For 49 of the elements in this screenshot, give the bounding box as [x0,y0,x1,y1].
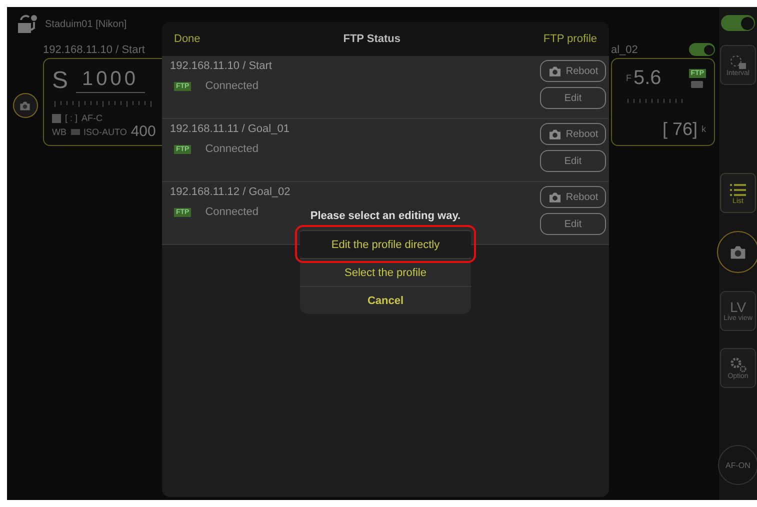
iso-value: 400 [130,123,156,140]
connection-status: Connected [205,143,258,155]
reboot-button[interactable]: Reboot [540,123,606,145]
camera-icon [548,192,562,202]
toggle-switch[interactable] [721,15,755,31]
aperture-value: 5.6 [634,66,662,90]
timer-icon [729,54,747,70]
wb-label: WB [52,126,66,136]
edit-button[interactable]: Edit [540,87,606,109]
sheet-title: FTP Status [343,33,400,45]
remaining-frames: [ 76] [662,117,698,141]
connection-status: Connected [205,80,258,92]
frames-unit: k [702,124,706,134]
af-on-button[interactable]: AF-ON [718,445,757,485]
dialog-title: Please select an editing way. [309,209,462,224]
camera-icon [729,244,747,260]
reboot-button[interactable]: Reboot [540,60,606,82]
exposure-mode: S [52,69,68,93]
camera-address: 192.168.11.10 / Start [170,60,272,72]
done-button[interactable]: Done [174,33,200,45]
shutter-button[interactable] [717,231,757,273]
ftp-profile-button[interactable]: FTP profile [543,33,597,45]
camera-address: 192.168.11.12 / Goal_02 [170,186,290,198]
aperture-prefix: F [626,73,632,83]
focus-area: [ : ] [65,113,78,123]
reboot-button[interactable]: Reboot [540,186,606,208]
edit-button[interactable]: Edit [540,150,606,172]
battery-icon [691,80,704,88]
iso-label: ISO-AUTO [84,126,127,136]
camera-address: 192.168.11.11 / Goal_01 [170,123,290,135]
af-mode: AF-C [82,113,103,123]
edit-button[interactable]: Edit [540,213,606,235]
camera-label: 192.168.11.10 / Start [43,44,145,56]
camera-button[interactable] [12,93,38,118]
wb-icon [70,128,80,134]
camera-group-icon [17,14,39,34]
camera-icon [548,66,562,76]
toggle-switch[interactable] [689,43,715,56]
camera-label: al_02 [611,44,638,56]
list-icon [729,182,747,198]
camera-icon [19,100,31,110]
shutter-speed: 1000 [76,68,145,93]
metering-icon [52,114,61,122]
connection-status: Connected [205,206,258,218]
camera-icon [548,128,562,140]
group-name: Staduim01 [Nikon] [45,18,127,30]
dialog-option[interactable]: Cancel [300,286,471,314]
gear-icon [729,356,747,372]
dialog-option[interactable]: Select the profile [300,258,471,286]
